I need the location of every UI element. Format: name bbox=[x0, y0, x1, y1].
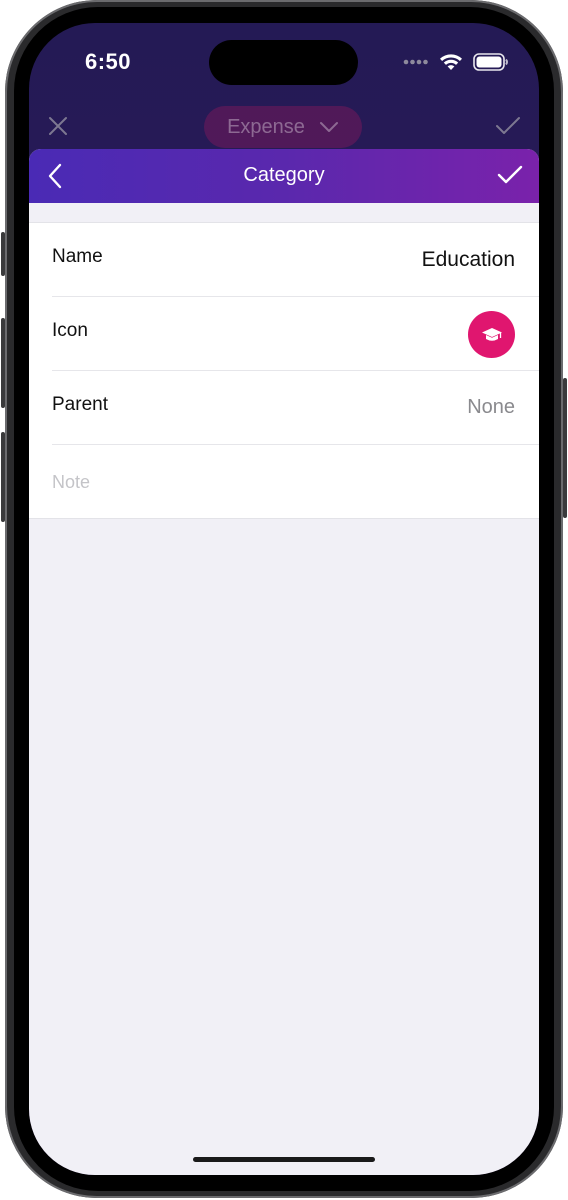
parent-row[interactable]: Parent None bbox=[52, 371, 539, 445]
icon-label: Icon bbox=[52, 320, 88, 341]
category-nav-bar: Category bbox=[29, 149, 539, 203]
note-field[interactable]: Note bbox=[52, 472, 90, 493]
category-icon-button[interactable] bbox=[468, 311, 515, 358]
graduation-cap-icon bbox=[481, 327, 502, 341]
screen: 6:50 Expense Category Name Education Ico… bbox=[29, 23, 539, 1175]
volume-up-button bbox=[1, 318, 5, 408]
expense-title: Expense bbox=[227, 115, 305, 138]
name-label: Name bbox=[52, 246, 103, 267]
action-button bbox=[1, 232, 5, 276]
name-field[interactable]: Education bbox=[422, 248, 515, 272]
checkmark-icon[interactable] bbox=[497, 164, 523, 186]
parent-value[interactable]: None bbox=[467, 396, 515, 419]
dynamic-island bbox=[209, 40, 358, 85]
signal-dots-icon bbox=[403, 59, 428, 65]
icon-row[interactable]: Icon bbox=[52, 297, 539, 371]
category-sheet: Category Name Education Icon Parent None… bbox=[29, 149, 539, 1175]
background-expense-header: Expense bbox=[29, 103, 539, 153]
volume-down-button bbox=[1, 432, 5, 522]
status-bar: 6:50 bbox=[29, 23, 539, 103]
wifi-icon bbox=[440, 54, 462, 70]
parent-label: Parent bbox=[52, 394, 108, 415]
side-button bbox=[563, 378, 567, 518]
checkmark-icon[interactable] bbox=[495, 115, 521, 137]
close-icon[interactable] bbox=[45, 113, 71, 139]
expense-type-selector[interactable]: Expense bbox=[204, 106, 362, 148]
status-icons bbox=[403, 53, 509, 71]
name-row[interactable]: Name Education bbox=[52, 223, 539, 297]
chevron-down-icon bbox=[319, 122, 338, 132]
home-indicator bbox=[193, 1157, 375, 1162]
status-time: 6:50 bbox=[85, 49, 132, 74]
page-title: Category bbox=[243, 164, 325, 186]
note-row[interactable]: Note bbox=[52, 445, 539, 518]
category-form: Name Education Icon Parent None Note bbox=[29, 222, 539, 519]
battery-icon bbox=[473, 53, 508, 71]
